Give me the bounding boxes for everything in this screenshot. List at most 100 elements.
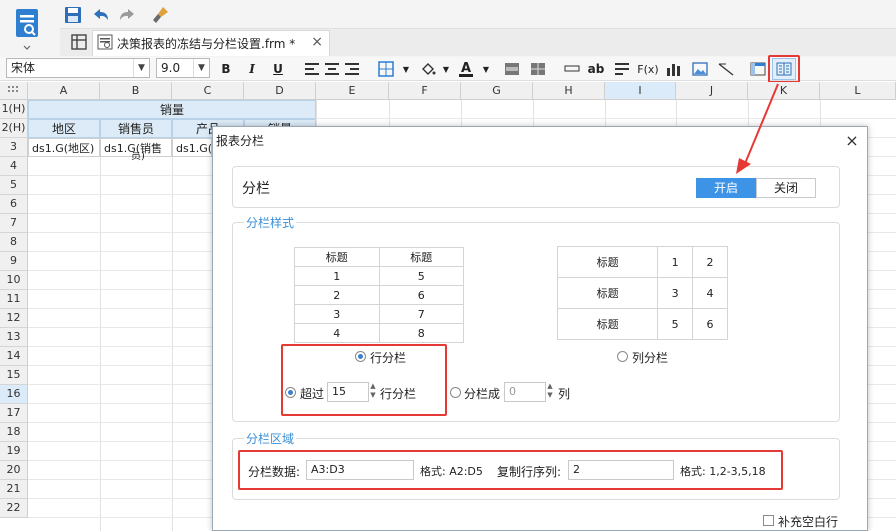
align-left-icon[interactable] xyxy=(302,59,322,79)
row-header[interactable]: 13 xyxy=(0,328,28,347)
row-header[interactable]: 15 xyxy=(0,366,28,385)
row-header[interactable]: 20 xyxy=(0,461,28,480)
table-cell: 6 xyxy=(378,285,464,305)
split-into-input[interactable]: 0 xyxy=(504,382,546,402)
font-family-select[interactable]: 宋体 ▼ xyxy=(6,58,150,78)
row-header[interactable]: 18 xyxy=(0,423,28,442)
column-header[interactable]: A xyxy=(28,82,100,100)
row-header[interactable]: 22 xyxy=(0,499,28,518)
merge-cells-icon[interactable] xyxy=(502,59,522,79)
row-header[interactable]: 17 xyxy=(0,404,28,423)
split-style-heading: 分栏样式 xyxy=(244,214,297,231)
tab-report-file[interactable]: 决策报表的冻结与分栏设置.frm * × xyxy=(92,30,330,56)
row-header[interactable]: 12 xyxy=(0,309,28,328)
tab-close-icon[interactable]: × xyxy=(311,34,323,50)
row-header[interactable]: 6 xyxy=(0,195,28,214)
split-into-spinner-icon[interactable]: ▲ ▼ xyxy=(546,382,554,402)
column-header[interactable]: H xyxy=(533,82,605,100)
row-header[interactable]: 2(H) xyxy=(0,119,28,138)
cell-salesman-header[interactable]: 销售员 xyxy=(100,119,172,138)
cell-overflow-text: 员) xyxy=(131,152,145,162)
font-size-value: 9.0 xyxy=(161,61,181,75)
format-painter-icon[interactable] xyxy=(150,4,172,26)
chevron-down-icon[interactable]: ▼ xyxy=(436,59,456,79)
column-split-preview-table: 标题 1 2 标题 3 4 标题 5 6 xyxy=(556,246,728,340)
split-into-label: 分栏成 xyxy=(464,387,501,401)
cell-ds-region[interactable]: ds1.G(地区) xyxy=(28,138,100,157)
tab-title: 决策报表的冻结与分栏设置.frm * xyxy=(117,37,296,51)
row-header[interactable]: 8 xyxy=(0,233,28,252)
report-file-icon xyxy=(97,34,113,53)
row-header[interactable]: 7 xyxy=(0,214,28,233)
table-header: 标题 xyxy=(556,246,659,278)
row-header[interactable]: 16 xyxy=(0,385,28,404)
split-cells-icon[interactable] xyxy=(528,59,548,79)
grid-view-icon[interactable] xyxy=(68,31,90,53)
column-header[interactable]: G xyxy=(461,82,533,100)
column-header[interactable]: I xyxy=(605,82,676,100)
chevron-down-icon[interactable]: ▼ xyxy=(396,59,416,79)
save-icon[interactable] xyxy=(62,4,84,26)
align-center-icon[interactable] xyxy=(322,59,342,79)
font-size-select[interactable]: 9.0 ▼ xyxy=(156,58,210,78)
row-header[interactable]: 19 xyxy=(0,442,28,461)
corner-cell[interactable] xyxy=(0,82,28,100)
text-ab-button[interactable]: ab xyxy=(586,59,606,79)
app-logo-icon[interactable] xyxy=(10,6,44,50)
chevron-down-icon[interactable]: ▼ xyxy=(476,59,496,79)
cell-ds-product[interactable]: ds1.G( xyxy=(172,138,212,157)
table-header: 标题 xyxy=(294,247,380,267)
table-cell: 5 xyxy=(657,308,694,340)
fill-color-icon[interactable] xyxy=(418,59,438,79)
text-field-icon[interactable] xyxy=(562,59,582,79)
row-header[interactable]: 11 xyxy=(0,290,28,309)
border-icon[interactable] xyxy=(376,59,396,79)
split-into-radio[interactable] xyxy=(450,387,461,398)
row-header[interactable]: 9 xyxy=(0,252,28,271)
frozen-panes-icon[interactable] xyxy=(748,59,768,79)
chevron-down-icon: ▼ xyxy=(133,59,149,77)
table-cell: 1 xyxy=(657,246,694,278)
fill-blank-checkbox[interactable] xyxy=(763,515,774,526)
paragraph-icon[interactable] xyxy=(612,59,632,79)
close-icon[interactable]: × xyxy=(842,131,862,151)
row-header[interactable]: 14 xyxy=(0,347,28,366)
row-header[interactable]: 5 xyxy=(0,176,28,195)
table-header: 标题 xyxy=(556,308,659,340)
column-header[interactable]: D xyxy=(244,82,316,100)
table-cell: 3 xyxy=(294,304,380,324)
font-color-icon[interactable]: A xyxy=(456,59,476,79)
table-cell: 5 xyxy=(378,266,464,286)
row-header[interactable]: 3 xyxy=(0,138,28,157)
undo-icon[interactable] xyxy=(90,4,112,26)
underline-button[interactable]: U xyxy=(268,59,288,79)
table-header: 标题 xyxy=(378,247,464,267)
row-header[interactable]: 4 xyxy=(0,157,28,176)
redo-icon[interactable] xyxy=(116,4,138,26)
row-header[interactable]: 1(H) xyxy=(0,100,28,119)
image-icon[interactable] xyxy=(690,59,710,79)
column-header[interactable]: L xyxy=(820,82,896,100)
cell-sales-title[interactable]: 销量 xyxy=(28,100,316,119)
chevron-down-icon: ▼ xyxy=(193,59,209,77)
column-header[interactable]: F xyxy=(389,82,461,100)
table-cell: 2 xyxy=(692,246,728,278)
highlight-row-split-options xyxy=(281,344,447,416)
column-header[interactable]: E xyxy=(316,82,389,100)
column-header[interactable]: B xyxy=(100,82,172,100)
annotation-arrow xyxy=(736,83,779,174)
row-header[interactable]: 21 xyxy=(0,480,28,499)
column-split-radio[interactable] xyxy=(617,351,628,362)
bar-chart-icon[interactable] xyxy=(664,59,684,79)
row-header[interactable]: 10 xyxy=(0,271,28,290)
table-header: 标题 xyxy=(556,277,659,309)
bold-button[interactable]: B xyxy=(216,59,236,79)
italic-button[interactable]: I xyxy=(242,59,262,79)
row-split-preview-table: 标题 标题 15 26 37 48 xyxy=(294,247,464,343)
column-header[interactable]: C xyxy=(172,82,244,100)
table-cell: 1 xyxy=(294,266,380,286)
cell-region-header[interactable]: 地区 xyxy=(28,119,100,138)
slash-line-icon[interactable] xyxy=(716,59,736,79)
align-right-icon[interactable] xyxy=(342,59,362,79)
formula-button[interactable]: F(x) xyxy=(637,59,658,79)
